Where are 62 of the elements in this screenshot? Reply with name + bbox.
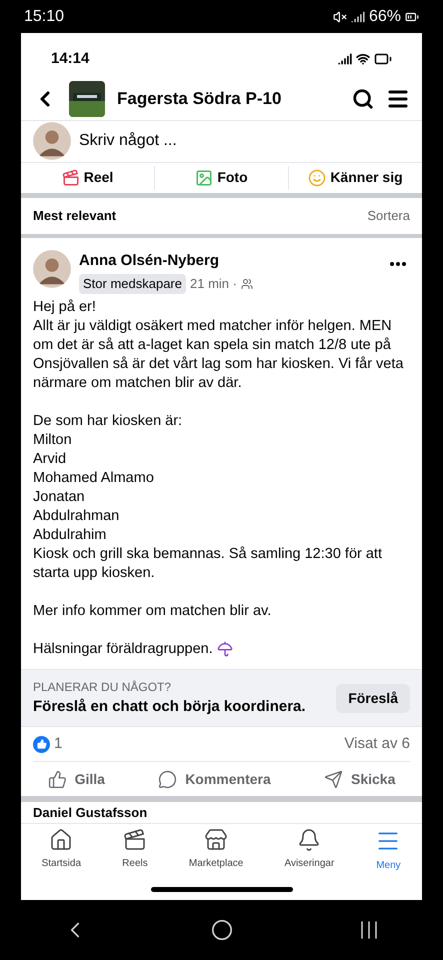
photo-icon — [195, 168, 214, 187]
nav-tab[interactable]: Reels — [122, 828, 148, 872]
member-badge: Stor medskapare — [79, 274, 186, 294]
next-post-author[interactable]: Daniel Gustafsson — [33, 806, 148, 820]
post-text: Kiosk och grill ska bemannas. Så samling 12:30 för att starta upp kiosken. — [33, 544, 383, 583]
suggestion-heading: PLANERAR DU NÅGOT? — [33, 678, 172, 696]
like-count: 1 — [54, 734, 62, 754]
nav-tab[interactable]: Marketplace — [188, 828, 244, 872]
post-text: Arvid — [33, 450, 66, 469]
group-icon — [240, 278, 253, 290]
post-text: Hej på er! — [33, 298, 96, 317]
feed-filter-label: Mest relevant — [33, 206, 116, 225]
wifi-icon — [356, 52, 370, 66]
post-text: Allt är ju väldigt osäkert med matcher inför helgen. MEN om det är så att a-laget kan spela sin match 12/8 ute på Onsjövallen så är det vårt lag som har kiosken. Vi får veta närmare om matchen blir av där. — [33, 316, 404, 393]
post-action-button[interactable]: Gilla — [48, 768, 105, 790]
post-action-button[interactable]: Kommentera — [158, 768, 271, 790]
post-text: Mohamed Almamo — [33, 468, 154, 488]
status-time: 15:10 — [24, 6, 64, 26]
post-action-button[interactable]: Skicka — [324, 768, 396, 790]
signal-icon — [350, 10, 365, 24]
umbrella-icon — [216, 641, 233, 658]
sort-button[interactable]: Sortera — [367, 206, 410, 226]
post-text: Milton — [33, 430, 72, 450]
composer-action-button[interactable]: Foto — [155, 167, 288, 188]
video-icon — [122, 828, 147, 852]
home-icon[interactable] — [211, 919, 234, 941]
seen-count: Visat av 6 — [344, 734, 410, 754]
reel-icon — [62, 168, 80, 187]
nav-tab[interactable]: Startsida — [42, 828, 82, 872]
signal-icon — [338, 52, 352, 66]
speech-bubble-icon — [158, 770, 178, 789]
search-button[interactable] — [352, 88, 374, 110]
app-status-time: 14:14 — [51, 48, 90, 69]
battery-level: 66% — [368, 6, 401, 26]
suggest-button[interactable]: Föreslå — [336, 684, 410, 713]
post-input-field[interactable]: Skriv något ... — [79, 129, 410, 154]
bell-icon — [297, 828, 322, 852]
composer-action-button[interactable]: Känner sig — [289, 167, 422, 188]
more-icon — [390, 262, 406, 266]
post-text: Hälsningar föräldragruppen. — [33, 640, 213, 659]
search-icon — [352, 88, 374, 110]
post-text: Abdulrahim — [33, 526, 106, 545]
mute-icon — [332, 10, 347, 24]
post-time: 21 min · — [190, 275, 237, 294]
suggestion-text: Föreslå en chatt och börja koordinera. — [33, 696, 307, 717]
like-reaction-icon — [33, 736, 50, 753]
thumbs-up-icon — [48, 770, 67, 789]
post-text: Mer info kommer om matchen blir av. — [33, 602, 272, 621]
avatar — [33, 250, 71, 288]
group-title: Fagersta Södra P-10 — [117, 88, 282, 110]
home-icon — [49, 828, 74, 852]
author-name[interactable]: Anna Olsén-Nyberg — [79, 250, 378, 272]
send-icon — [324, 770, 343, 789]
post-text: Abdulrahman — [33, 506, 120, 526]
shop-icon — [204, 828, 228, 852]
avatar — [33, 122, 71, 160]
composer-action-button[interactable]: Reel — [21, 167, 154, 188]
post-text: Jonatan — [33, 488, 85, 507]
nav-tab[interactable]: Aviseringar — [284, 828, 334, 872]
post-text: De som har kiosken är: — [33, 412, 182, 431]
nav-tab[interactable]: Meny — [375, 828, 402, 874]
smiley-icon — [308, 168, 326, 187]
